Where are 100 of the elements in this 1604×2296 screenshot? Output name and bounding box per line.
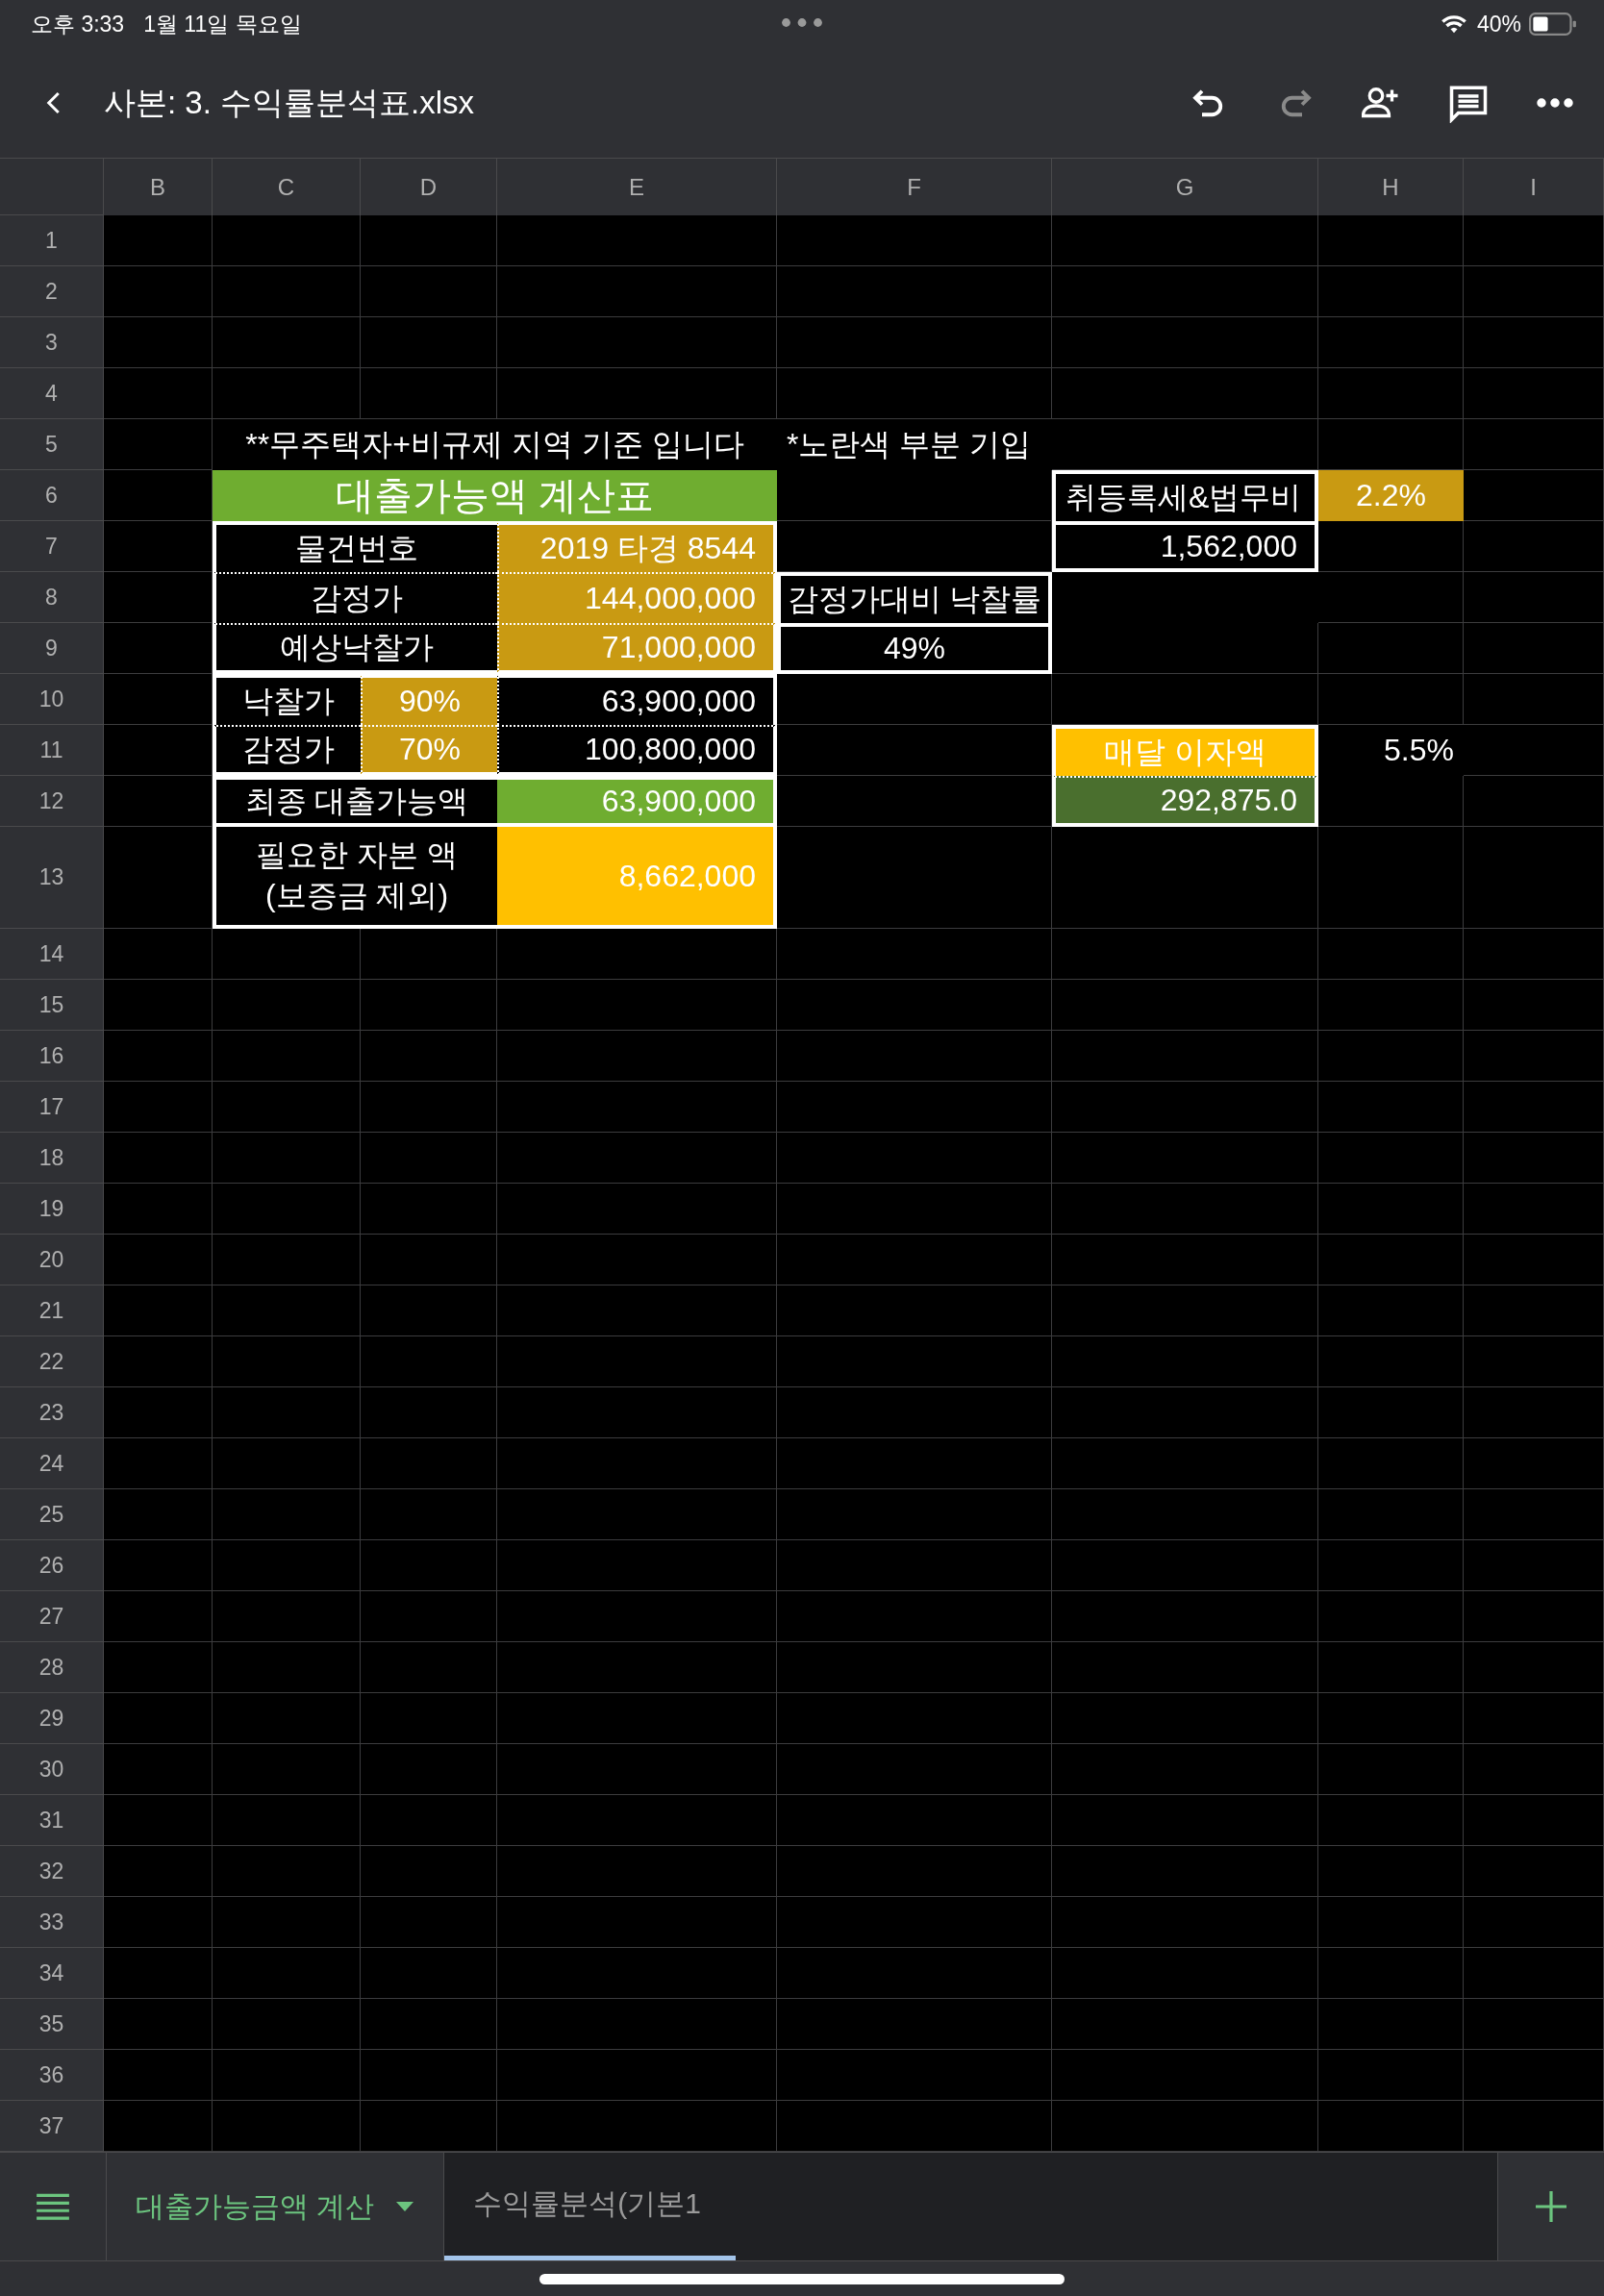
row-number[interactable]: 12 xyxy=(0,776,104,827)
row-number[interactable]: 6 xyxy=(0,470,104,521)
row-number[interactable]: 11 xyxy=(0,725,104,776)
empty-cell[interactable] xyxy=(1318,266,1464,317)
empty-cell[interactable] xyxy=(1318,623,1464,674)
empty-cell[interactable] xyxy=(777,266,1052,317)
empty-cell[interactable] xyxy=(497,215,777,266)
empty-cell[interactable] xyxy=(1052,419,1318,470)
empty-cell[interactable] xyxy=(1052,1235,1318,1285)
empty-cell[interactable] xyxy=(1052,1336,1318,1387)
empty-cell[interactable] xyxy=(1464,419,1604,470)
empty-cell[interactable] xyxy=(213,1235,361,1285)
empty-cell[interactable] xyxy=(1464,1744,1604,1795)
empty-cell[interactable] xyxy=(497,1693,777,1744)
empty-cell[interactable] xyxy=(213,266,361,317)
empty-cell[interactable] xyxy=(361,266,497,317)
empty-cell[interactable] xyxy=(1464,317,1604,368)
row-number[interactable]: 5 xyxy=(0,419,104,470)
row-number[interactable]: 9 xyxy=(0,623,104,674)
empty-cell[interactable] xyxy=(361,1082,497,1133)
menu-icon[interactable] xyxy=(35,2192,71,2221)
row-number[interactable]: 2 xyxy=(0,266,104,317)
empty-cell[interactable] xyxy=(1052,266,1318,317)
empty-cell[interactable] xyxy=(777,1133,1052,1184)
empty-cell[interactable] xyxy=(497,1846,777,1897)
empty-cell[interactable] xyxy=(213,1489,361,1540)
empty-cell[interactable] xyxy=(1318,929,1464,980)
empty-cell[interactable] xyxy=(1052,2050,1318,2101)
empty-cell[interactable] xyxy=(1052,1540,1318,1591)
empty-cell[interactable] xyxy=(361,1031,497,1082)
row-number[interactable]: 28 xyxy=(0,1642,104,1693)
empty-cell[interactable] xyxy=(777,1082,1052,1133)
empty-cell[interactable] xyxy=(777,1642,1052,1693)
empty-cell[interactable] xyxy=(497,1133,777,1184)
row-number[interactable]: 37 xyxy=(0,2101,104,2152)
empty-cell[interactable] xyxy=(1052,929,1318,980)
column-header[interactable]: B xyxy=(104,159,213,215)
empty-cell[interactable] xyxy=(1052,1489,1318,1540)
row-number[interactable]: 10 xyxy=(0,674,104,725)
empty-cell[interactable] xyxy=(497,2050,777,2101)
row-number[interactable]: 30 xyxy=(0,1744,104,1795)
row-number[interactable]: 26 xyxy=(0,1540,104,1591)
empty-cell[interactable] xyxy=(777,368,1052,419)
row-number[interactable]: 18 xyxy=(0,1133,104,1184)
empty-cell[interactable] xyxy=(777,215,1052,266)
empty-cell[interactable] xyxy=(497,1184,777,1235)
column-header[interactable]: F xyxy=(777,159,1052,215)
row-number[interactable]: 16 xyxy=(0,1031,104,1082)
empty-cell[interactable] xyxy=(1052,1642,1318,1693)
row-number[interactable]: 15 xyxy=(0,980,104,1031)
empty-cell[interactable] xyxy=(777,980,1052,1031)
empty-cell[interactable] xyxy=(1464,725,1604,776)
empty-cell[interactable] xyxy=(777,1744,1052,1795)
empty-cell[interactable] xyxy=(213,929,361,980)
empty-cell[interactable] xyxy=(1318,1540,1464,1591)
empty-cell[interactable] xyxy=(1464,1184,1604,1235)
empty-cell[interactable] xyxy=(361,980,497,1031)
empty-cell[interactable] xyxy=(777,1336,1052,1387)
empty-cell[interactable] xyxy=(497,368,777,419)
empty-cell[interactable] xyxy=(361,1235,497,1285)
empty-cell[interactable] xyxy=(213,2050,361,2101)
empty-cell[interactable] xyxy=(1464,1540,1604,1591)
empty-cell[interactable] xyxy=(777,1438,1052,1489)
empty-cell[interactable] xyxy=(497,1285,777,1336)
row-number[interactable]: 3 xyxy=(0,317,104,368)
empty-cell[interactable] xyxy=(1052,1184,1318,1235)
empty-cell[interactable] xyxy=(1052,1693,1318,1744)
row-number[interactable]: 13 xyxy=(0,827,104,929)
empty-cell[interactable] xyxy=(213,1336,361,1387)
empty-cell[interactable] xyxy=(361,1591,497,1642)
empty-cell[interactable] xyxy=(497,1031,777,1082)
empty-cell[interactable] xyxy=(1052,980,1318,1031)
empty-cell[interactable] xyxy=(213,1285,361,1336)
empty-cell[interactable] xyxy=(1318,1642,1464,1693)
empty-cell[interactable] xyxy=(361,1897,497,1948)
empty-cell[interactable] xyxy=(1052,1387,1318,1438)
empty-cell[interactable] xyxy=(777,2050,1052,2101)
empty-cell[interactable] xyxy=(1464,1591,1604,1642)
column-header[interactable]: G xyxy=(1052,159,1318,215)
empty-cell[interactable] xyxy=(1052,1285,1318,1336)
empty-cell[interactable] xyxy=(1318,1336,1464,1387)
empty-cell[interactable] xyxy=(1318,1082,1464,1133)
column-header[interactable]: I xyxy=(1464,159,1604,215)
column-header[interactable]: D xyxy=(361,159,497,215)
empty-cell[interactable] xyxy=(213,1591,361,1642)
empty-cell[interactable] xyxy=(361,1184,497,1235)
empty-cell[interactable] xyxy=(777,1285,1052,1336)
empty-cell[interactable] xyxy=(1052,1948,1318,1999)
empty-cell[interactable] xyxy=(497,1591,777,1642)
empty-cell[interactable] xyxy=(1052,1438,1318,1489)
empty-cell[interactable] xyxy=(1464,827,1604,929)
empty-cell[interactable] xyxy=(361,929,497,980)
empty-cell[interactable] xyxy=(1318,1387,1464,1438)
row-number[interactable]: 35 xyxy=(0,1999,104,2050)
empty-cell[interactable] xyxy=(361,1744,497,1795)
empty-cell[interactable] xyxy=(497,1897,777,1948)
row-number[interactable]: 4 xyxy=(0,368,104,419)
empty-cell[interactable] xyxy=(213,1897,361,1948)
empty-cell[interactable] xyxy=(1318,368,1464,419)
empty-cell[interactable] xyxy=(1318,674,1464,725)
